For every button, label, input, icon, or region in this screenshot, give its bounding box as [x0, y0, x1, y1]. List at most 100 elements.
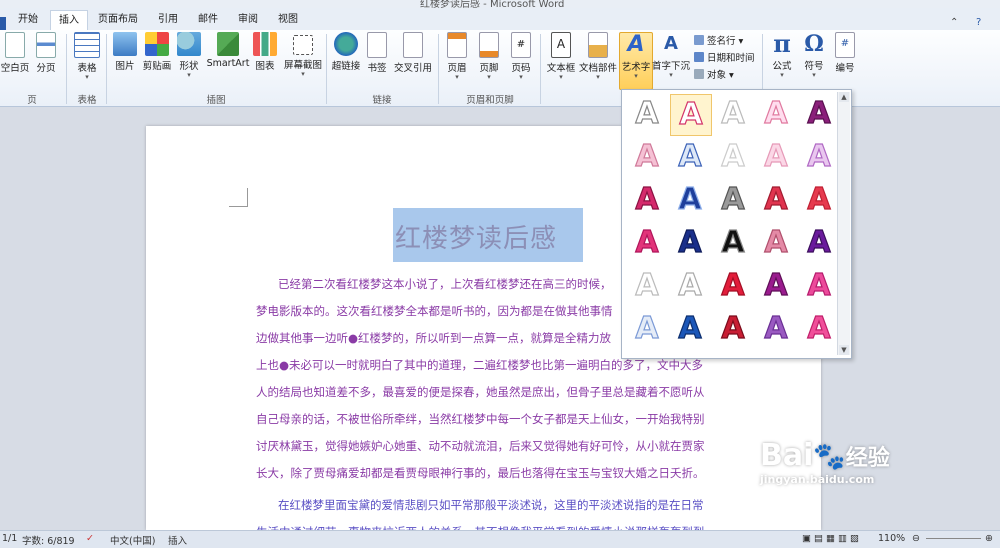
wordart-style-item[interactable]: A: [799, 309, 839, 349]
text-line: 讨厌林黛玉，觉得她嫉妒心她重、动不动就流泪，后来又觉得她有好可怜，从小就在贾家: [256, 439, 705, 453]
word-count[interactable]: 字数: 6/819: [22, 533, 75, 547]
wordart-style-item[interactable]: A: [756, 180, 796, 220]
footer-icon: [479, 32, 499, 58]
shapes-icon: [177, 32, 201, 56]
wordart-style-item[interactable]: A: [799, 266, 839, 306]
page-number-button[interactable]: # 页码 ▾: [508, 32, 534, 81]
bookmark-icon: [367, 32, 387, 58]
wordart-style-item[interactable]: A: [756, 94, 796, 134]
textbox-button[interactable]: A 文本框 ▾: [546, 32, 576, 81]
wordart-style-item[interactable]: A: [627, 266, 667, 306]
dropcap-button[interactable]: A 首字下沉 ▾: [652, 32, 690, 79]
omega-icon: Ω: [804, 31, 824, 57]
group-tables-label: 表格: [77, 95, 97, 106]
gallery-scrollbar[interactable]: ▲ ▼: [837, 92, 850, 355]
picture-button[interactable]: 图片: [112, 32, 138, 72]
footer-button[interactable]: 页脚 ▾: [476, 32, 502, 81]
clipart-icon: [145, 32, 169, 56]
paragraph-2[interactable]: 在红楼梦里面宝黛的爱情悲剧只如平常那般平淡述说，这里的平淡述说指的是在日常 生活…: [256, 492, 716, 530]
language-indicator[interactable]: 中文(中国): [110, 533, 155, 547]
wordart-style-item[interactable]: A: [670, 137, 710, 177]
tab-references[interactable]: 引用: [150, 10, 186, 29]
datetime-button[interactable]: 日期和时间: [694, 50, 755, 64]
proofing-icon[interactable]: ✓: [86, 533, 94, 544]
wordart-style-item[interactable]: A: [713, 309, 753, 349]
wordart-style-item[interactable]: A: [713, 266, 753, 306]
wordart-style-item[interactable]: A: [670, 223, 710, 263]
zoom-slider[interactable]: [926, 538, 981, 539]
tab-page-layout[interactable]: 页面布局: [92, 10, 144, 29]
paw-icon: 🐾: [813, 442, 846, 472]
insert-mode[interactable]: 插入: [168, 533, 187, 547]
globe-icon: [334, 32, 358, 56]
page-break-button[interactable]: 分页: [32, 32, 60, 74]
screenshot-button[interactable]: 屏幕截图 ▾: [282, 32, 324, 78]
tab-view[interactable]: 视图: [270, 10, 306, 29]
wordart-style-item[interactable]: A: [799, 137, 839, 177]
screenshot-icon: [293, 35, 313, 55]
wordart-style-item[interactable]: A: [799, 223, 839, 263]
equation-button[interactable]: π 公式 ▾: [768, 29, 796, 79]
zoom-out-icon[interactable]: ⊖: [912, 533, 920, 544]
zoom-level[interactable]: 110%: [878, 533, 905, 544]
page-indicator[interactable]: 1/1: [2, 533, 17, 544]
wordart-style-item[interactable]: A: [799, 94, 839, 134]
wordart-gallery-panel: AAAAAAAAAAAAAAAAAAAAAAAAAAAAAA ▲ ▼: [621, 89, 852, 359]
text-line: 生活中通过细节，事物来拉近两人的关系，其不想像我平常看到的爱情小说那样轰轰烈烈: [256, 519, 716, 530]
wordart-style-item[interactable]: A: [713, 223, 753, 263]
bookmark-button[interactable]: 书签: [364, 32, 390, 74]
textbox-icon: A: [551, 32, 571, 58]
wordart-style-item[interactable]: A: [670, 266, 710, 306]
pi-icon: π: [773, 29, 791, 58]
table-icon: [74, 32, 100, 58]
smartart-button[interactable]: SmartArt: [206, 32, 250, 69]
tab-home[interactable]: 开始: [10, 10, 46, 29]
calendar-icon: [694, 52, 704, 62]
status-bar: 1/1 字数: 6/819 ✓ 中文(中国) 插入 ▣ ▤ ▦ ▥ ▧ 110%…: [0, 530, 1000, 548]
signature-line-button[interactable]: 签名行 ▾: [694, 33, 743, 47]
wordart-style-item[interactable]: A: [627, 137, 667, 177]
table-button[interactable]: 表格 ▾: [72, 32, 102, 81]
wordart-style-item[interactable]: A: [627, 223, 667, 263]
scroll-up-icon[interactable]: ▲: [839, 92, 849, 102]
wordart-button[interactable]: A 艺术字 ▾: [619, 32, 653, 90]
tab-insert[interactable]: 插入: [50, 10, 88, 31]
header-button[interactable]: 页眉 ▾: [444, 32, 470, 81]
tab-review[interactable]: 审阅: [230, 10, 266, 29]
wordart-style-item[interactable]: A: [799, 180, 839, 220]
zoom-in-icon[interactable]: ⊕: [985, 533, 993, 544]
wordart-icon: A: [627, 32, 645, 57]
clipart-button[interactable]: 剪贴画: [142, 32, 172, 72]
group-illustrations-label: 插图: [206, 95, 226, 106]
shapes-button[interactable]: 形状 ▾: [176, 32, 202, 79]
wordart-style-item[interactable]: A: [756, 223, 796, 263]
document-title-selected[interactable]: 红楼梦读后感: [393, 208, 583, 262]
blank-page-button[interactable]: 空白页: [0, 32, 30, 74]
wordart-style-item[interactable]: A: [670, 180, 710, 220]
wordart-style-item[interactable]: A: [627, 180, 667, 220]
numbering-button[interactable]: # 编号: [832, 32, 858, 74]
group-separator: [326, 34, 327, 104]
chart-button[interactable]: 图表: [252, 32, 278, 72]
wordart-style-item[interactable]: A: [627, 309, 667, 349]
wordart-style-item[interactable]: A: [627, 94, 667, 134]
quickparts-button[interactable]: 文档部件 ▾: [578, 32, 618, 81]
wordart-style-item[interactable]: A: [756, 137, 796, 177]
help-icon[interactable]: ?: [976, 17, 981, 28]
object-button[interactable]: 对象 ▾: [694, 67, 734, 81]
tab-mailings[interactable]: 邮件: [190, 10, 226, 29]
minimize-ribbon-icon[interactable]: ⌃: [950, 17, 958, 28]
scroll-down-icon[interactable]: ▼: [839, 345, 849, 355]
wordart-style-item[interactable]: A: [756, 309, 796, 349]
symbol-button[interactable]: Ω 符号 ▾: [800, 31, 828, 79]
view-buttons[interactable]: ▣ ▤ ▦ ▥ ▧: [802, 533, 859, 544]
hyperlink-button[interactable]: 超链接: [330, 32, 362, 72]
wordart-style-item[interactable]: A: [670, 94, 712, 136]
wordart-style-item[interactable]: A: [713, 137, 753, 177]
crossref-button[interactable]: 交叉引用: [392, 32, 434, 74]
wordart-style-item[interactable]: A: [713, 180, 753, 220]
wordart-style-item[interactable]: A: [756, 266, 796, 306]
wordart-style-item[interactable]: A: [670, 309, 710, 349]
wordart-style-item[interactable]: A: [713, 94, 753, 134]
object-icon: [694, 69, 704, 79]
